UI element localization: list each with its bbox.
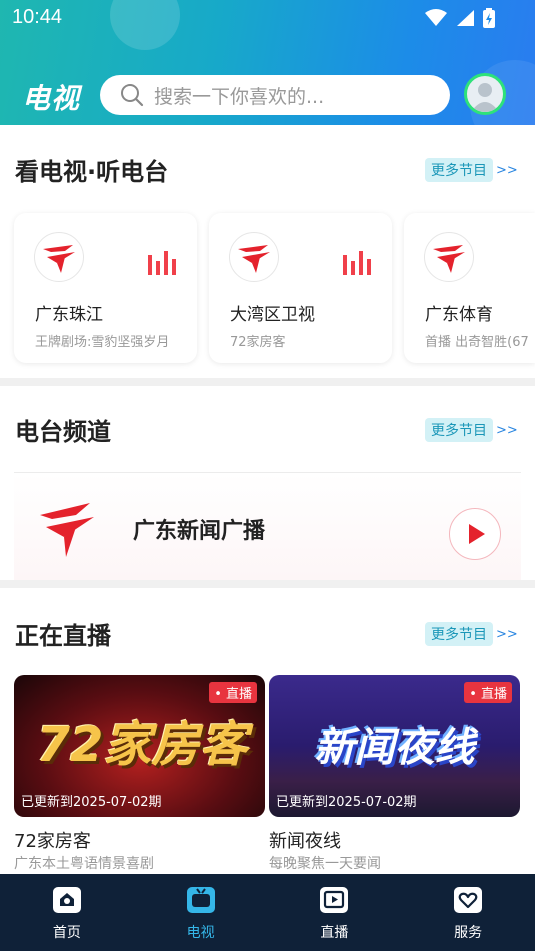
app-logo: 电视 bbox=[22, 82, 81, 115]
channel-logo-icon bbox=[229, 232, 279, 282]
app-header: 10:44 电视 搜索一下你喜欢的... bbox=[0, 0, 535, 125]
more-arrow: >> bbox=[496, 422, 518, 438]
channel-logo-icon bbox=[424, 232, 474, 282]
more-arrow: >> bbox=[496, 626, 518, 642]
channel-program: 首播 出奇智胜(67 bbox=[425, 335, 529, 350]
channel-card[interactable]: 广东体育 首播 出奇智胜(67 bbox=[404, 213, 535, 363]
channel-program: 王牌剧场:雪豹坚强岁月 bbox=[35, 335, 170, 350]
service-heart-icon bbox=[454, 887, 483, 913]
live-badge: • 直播 bbox=[464, 682, 512, 703]
radio-station-row[interactable]: 广东新闻广播 bbox=[14, 472, 521, 580]
user-avatar[interactable] bbox=[464, 73, 506, 115]
nav-label: 首页 bbox=[52, 925, 81, 941]
live-badge: • 直播 bbox=[209, 682, 257, 703]
bottom-navigation: 首页 电视 直播 服务 bbox=[0, 874, 535, 951]
channel-card[interactable]: 广东珠江 王牌剧场:雪豹坚强岁月 bbox=[14, 213, 197, 363]
home-icon bbox=[52, 887, 81, 913]
status-time: 10:44 bbox=[12, 6, 63, 28]
nav-item-live[interactable]: 直播 bbox=[268, 874, 402, 951]
channel-name: 广东体育 bbox=[425, 305, 493, 325]
live-program-title: 新闻夜线 bbox=[269, 831, 341, 852]
nav-item-tv[interactable]: 电视 bbox=[134, 874, 268, 951]
channel-card[interactable]: 大湾区卫视 72家房客 bbox=[209, 213, 392, 363]
radio-station-logo-icon bbox=[40, 503, 94, 557]
section-title-radio: 电台频道 bbox=[15, 418, 111, 446]
live-play-icon bbox=[320, 887, 349, 913]
more-programs-link-tv[interactable]: 更多节目 >> bbox=[425, 158, 518, 182]
live-program-desc: 每晚聚焦一天要闻 bbox=[269, 856, 381, 872]
channel-name: 广东珠江 bbox=[35, 305, 103, 325]
channel-name: 大湾区卫视 bbox=[230, 305, 315, 325]
nav-item-home[interactable]: 首页 bbox=[0, 874, 134, 951]
play-button[interactable] bbox=[449, 508, 501, 560]
live-program-card[interactable]: 新闻夜线 • 直播 已更新到2025-07-02期 bbox=[269, 675, 520, 817]
live-program-title: 72家房客 bbox=[14, 831, 91, 852]
live-program-desc: 广东本土粤语情景喜剧 bbox=[14, 856, 154, 872]
nav-label: 电视 bbox=[186, 925, 215, 941]
live-program-card[interactable]: 72家房客 • 直播 已更新到2025-07-02期 bbox=[14, 675, 265, 817]
channel-logo-icon bbox=[34, 232, 84, 282]
wifi-icon bbox=[425, 9, 447, 26]
search-bar[interactable]: 搜索一下你喜欢的... bbox=[100, 75, 450, 115]
audio-bars-icon bbox=[148, 251, 176, 275]
section-divider bbox=[0, 378, 535, 386]
nav-label: 直播 bbox=[320, 925, 349, 941]
search-placeholder: 搜索一下你喜欢的... bbox=[154, 85, 325, 108]
section-title-tv: 看电视·听电台 bbox=[15, 158, 169, 186]
channel-program: 72家房客 bbox=[230, 335, 286, 350]
thumbnail-title-art: 72家房客 bbox=[36, 717, 248, 773]
play-icon bbox=[468, 523, 485, 544]
signal-icon bbox=[457, 10, 474, 26]
more-programs-label: 更多节目 bbox=[425, 622, 493, 646]
audio-bars-icon bbox=[343, 251, 371, 275]
radio-station-name: 广东新闻广播 bbox=[133, 519, 266, 544]
tv-icon bbox=[186, 887, 215, 913]
avatar-person-icon bbox=[471, 83, 499, 112]
battery-icon bbox=[483, 8, 495, 28]
more-programs-link-live[interactable]: 更多节目 >> bbox=[425, 622, 518, 646]
more-arrow: >> bbox=[496, 162, 518, 178]
thumbnail-title-art: 新闻夜线 bbox=[314, 725, 475, 771]
nav-item-service[interactable]: 服务 bbox=[401, 874, 535, 951]
more-programs-link-radio[interactable]: 更多节目 >> bbox=[425, 418, 518, 442]
section-title-live: 正在直播 bbox=[15, 622, 111, 650]
update-info: 已更新到2025-07-02期 bbox=[276, 795, 417, 810]
update-info: 已更新到2025-07-02期 bbox=[21, 795, 162, 810]
search-icon bbox=[121, 84, 144, 107]
more-programs-label: 更多节目 bbox=[425, 158, 493, 182]
nav-label: 服务 bbox=[454, 925, 483, 941]
section-divider bbox=[0, 580, 535, 588]
status-bar: 10:44 bbox=[0, 0, 535, 36]
more-programs-label: 更多节目 bbox=[425, 418, 493, 442]
